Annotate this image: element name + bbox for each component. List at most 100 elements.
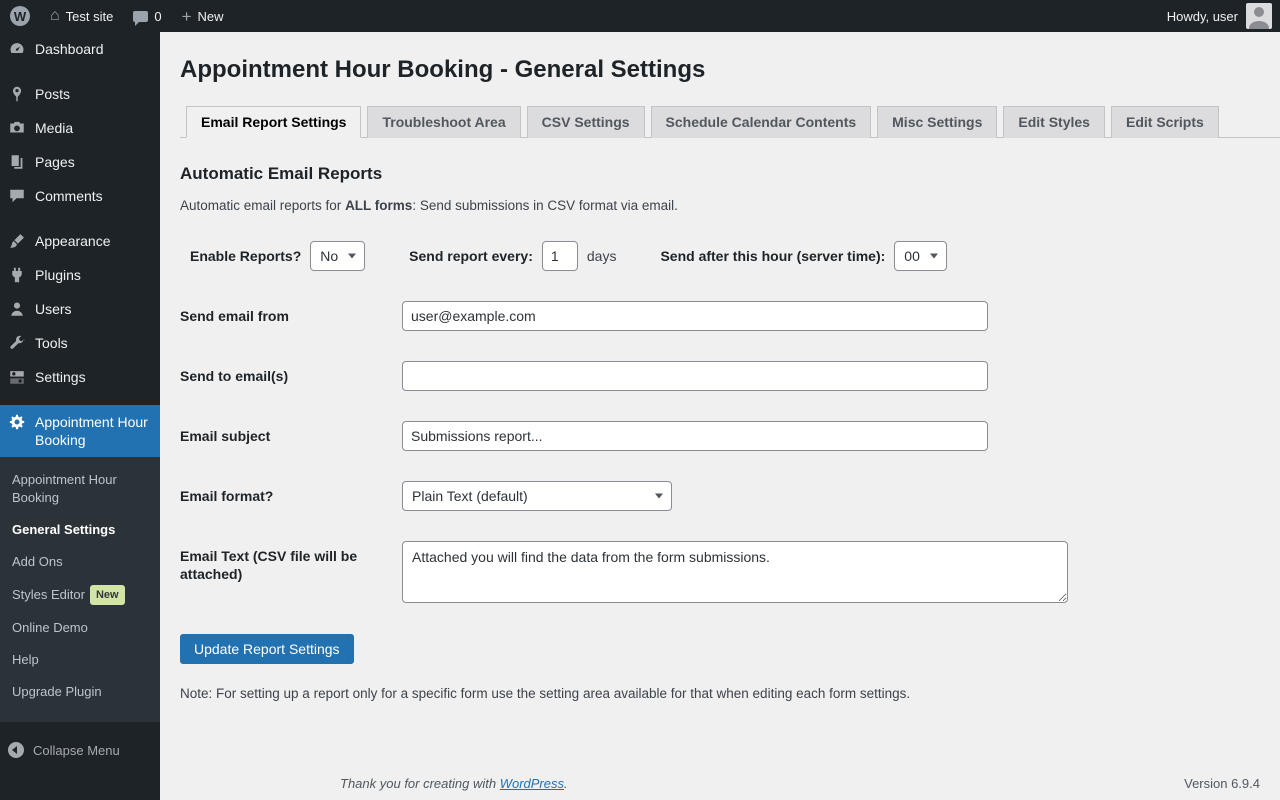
site-name-link[interactable]: ⌂ Test site (40, 0, 123, 32)
home-icon: ⌂ (50, 7, 60, 24)
update-report-settings-button[interactable]: Update Report Settings (180, 634, 354, 664)
email-subject-label: Email subject (180, 427, 271, 444)
tab-csv-settings[interactable]: CSV Settings (526, 106, 645, 138)
chevron-down-icon (655, 493, 663, 499)
send-email-from-label: Send email from (180, 307, 289, 324)
posts-pin-icon (8, 85, 26, 103)
tab-email-report-settings[interactable]: Email Report Settings (186, 106, 362, 138)
email-format-label: Email format? (180, 487, 274, 504)
wordpress-logo[interactable]: W (0, 0, 40, 32)
enable-reports-select[interactable]: No (310, 241, 366, 271)
sidebar-item-label: Users (35, 301, 72, 317)
send-to-emails-input[interactable] (402, 361, 988, 391)
sidebar-item-label: Appointment Hour Booking (35, 414, 148, 448)
submenu-item-add-ons[interactable]: Add Ons (0, 546, 160, 578)
account-menu[interactable]: Howdy, user (1167, 0, 1280, 32)
enable-reports-value: No (320, 248, 339, 264)
send-to-emails-row: Send to email(s) (180, 361, 1260, 391)
menu-separator (0, 66, 160, 77)
submenu-item-label: Help (12, 652, 39, 667)
send-to-emails-label: Send to email(s) (180, 367, 289, 384)
send-every-input[interactable] (541, 241, 578, 271)
send-after-hour-label: Send after this hour (server time): (660, 247, 886, 264)
sidebar-item-pages[interactable]: Pages (0, 145, 160, 179)
footer-thanks-prefix: Thank you for creating with (340, 776, 500, 791)
version-label: Version 6.9.4 (1184, 776, 1260, 791)
email-subject-input[interactable] (402, 421, 988, 451)
howdy-label: Howdy, user (1166, 8, 1238, 24)
wordpress-link[interactable]: WordPress (500, 776, 564, 791)
sidebar-item-label: Tools (35, 335, 68, 351)
tab-edit-styles[interactable]: Edit Styles (1003, 106, 1105, 138)
plus-icon: + (181, 6, 192, 26)
comment-bubble-icon (133, 10, 149, 26)
email-subject-row: Email subject (180, 421, 1260, 451)
intro-bold: ALL forms (345, 198, 413, 213)
comments-icon (8, 187, 26, 205)
email-format-select[interactable]: Plain Text (default) (402, 481, 672, 511)
new-content-menu[interactable]: + New (172, 0, 234, 32)
submenu-item-label: Styles Editor (12, 587, 85, 602)
page-title: Appointment Hour Booking - General Setti… (180, 56, 706, 83)
sidebar-item-label: Settings (35, 369, 86, 385)
comments-shortcut[interactable]: 0 (123, 0, 171, 32)
sidebar-item-plugins[interactable]: Plugins (0, 258, 160, 292)
sidebar-item-comments[interactable]: Comments (0, 179, 160, 213)
submenu-item-help[interactable]: Help (0, 644, 160, 676)
sidebar-item-users[interactable]: Users (0, 292, 160, 326)
submenu-item-appointment-hour-booking[interactable]: Appointment Hour Booking (0, 464, 160, 514)
submenu-item-label: General Settings (12, 522, 116, 537)
new-badge: New (89, 585, 125, 605)
footer-thanks-suffix: . (564, 776, 568, 791)
comments-count: 0 (154, 8, 162, 24)
send-email-from-input[interactable] (402, 301, 988, 331)
send-every-label: Send report every: (409, 247, 533, 264)
appearance-brush-icon (8, 232, 26, 250)
sidebar-item-media[interactable]: Media (0, 111, 160, 145)
admin-footer: Thank you for creating with WordPress. V… (340, 776, 1260, 791)
email-text-textarea[interactable]: Attached you will find the data from the… (402, 541, 1068, 603)
submenu-item-label: Online Demo (12, 620, 88, 635)
sidebar-item-label: Pages (35, 154, 75, 170)
email-format-value: Plain Text (default) (412, 488, 528, 504)
site-name-label: Test site (65, 8, 114, 24)
note-text: Note: For setting up a report only for a… (180, 686, 911, 701)
sidebar-item-label: Comments (35, 188, 103, 204)
sidebar-item-appearance[interactable]: Appearance (0, 224, 160, 258)
sidebar-item-label: Dashboard (35, 41, 104, 57)
sidebar-item-settings[interactable]: Settings (0, 360, 160, 394)
pages-icon (8, 153, 26, 171)
submenu-item-styles-editor[interactable]: Styles Editor New (0, 578, 160, 612)
menu-separator (0, 394, 160, 405)
submenu-item-online-demo[interactable]: Online Demo (0, 612, 160, 644)
sidebar-item-appointment-hour-booking[interactable]: Appointment Hour Booking (0, 405, 160, 457)
sidebar-item-tools[interactable]: Tools (0, 326, 160, 360)
sidebar-item-dashboard[interactable]: Dashboard (0, 32, 160, 66)
collapse-arrow-icon (8, 742, 24, 758)
section-title: Automatic Email Reports (180, 164, 383, 183)
tab-troubleshoot-area[interactable]: Troubleshoot Area (367, 106, 521, 138)
sidebar-item-posts[interactable]: Posts (0, 77, 160, 111)
send-after-hour-select[interactable]: 00 (894, 241, 947, 271)
collapse-menu-label: Collapse Menu (33, 742, 120, 758)
tab-schedule-calendar-contents[interactable]: Schedule Calendar Contents (650, 106, 872, 138)
email-text-label: Email Text (CSV file will be attached) (180, 548, 358, 583)
submenu-item-upgrade-plugin[interactable]: Upgrade Plugin (0, 676, 160, 708)
intro-prefix: Automatic email reports for (180, 198, 346, 213)
admin-sidebar: Dashboard Posts Media Pages Comments App… (0, 32, 160, 800)
chevron-down-icon (929, 253, 938, 259)
submenu-item-general-settings[interactable]: General Settings (0, 514, 160, 546)
sidebar-item-label: Posts (35, 86, 71, 102)
gear-icon (8, 413, 26, 431)
settings-tab-bar: Email Report Settings Troubleshoot Area … (180, 106, 1280, 138)
tab-misc-settings[interactable]: Misc Settings (877, 106, 998, 138)
dashboard-icon (8, 40, 26, 58)
intro-text: Automatic email reports for ALL forms: S… (180, 198, 1260, 213)
collapse-menu-button[interactable]: Collapse Menu (0, 734, 160, 766)
tab-edit-scripts[interactable]: Edit Scripts (1110, 106, 1219, 138)
settings-sliders-icon (8, 368, 26, 386)
report-schedule-row: Enable Reports? No Send report every: da… (190, 241, 1260, 271)
users-icon (8, 300, 26, 318)
new-label: New (197, 8, 224, 24)
footer-thanks: Thank you for creating with WordPress. (340, 776, 568, 791)
